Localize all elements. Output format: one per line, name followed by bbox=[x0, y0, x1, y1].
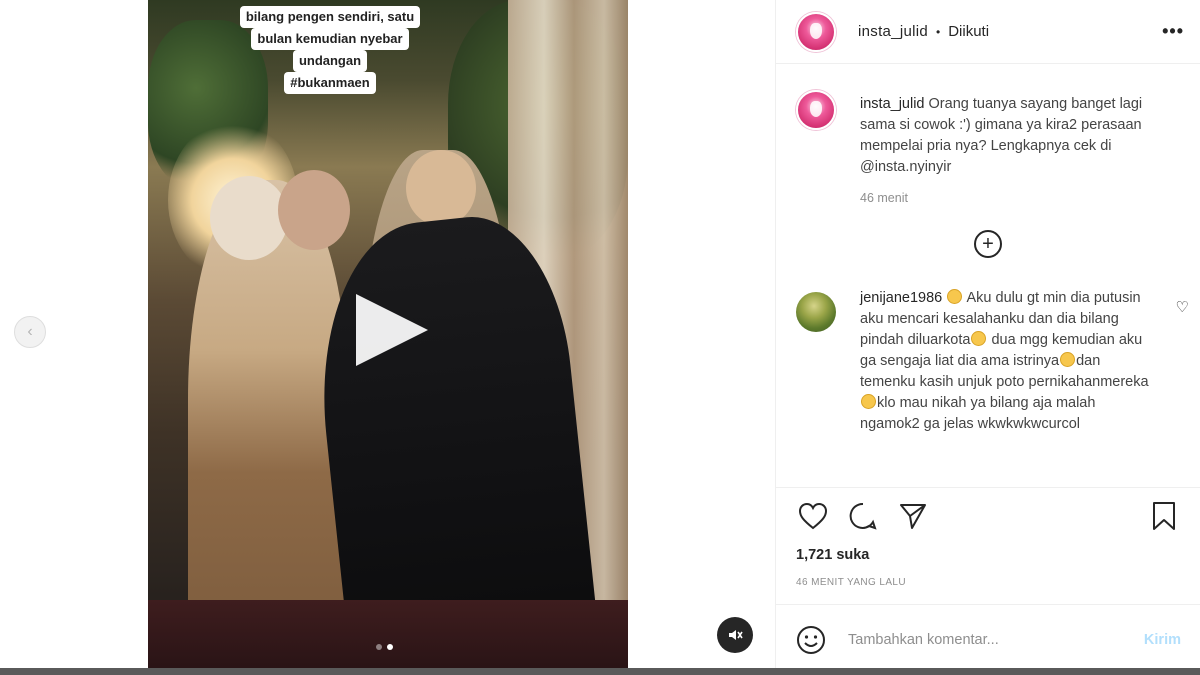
likes-count[interactable]: 1,721 suka bbox=[796, 547, 869, 563]
speaker-muted-icon bbox=[729, 630, 743, 640]
comment-body: jenijane1986 Aku dulu gt min dia putusin… bbox=[860, 288, 1155, 435]
carousel-dot-active[interactable] bbox=[387, 644, 393, 650]
caption-comment: insta_julid Orang tuanya sayang banget l… bbox=[776, 72, 1200, 209]
list-item: jenijane1986 Aku dulu gt min dia putusin… bbox=[776, 288, 1200, 435]
mute-button[interactable] bbox=[717, 617, 753, 653]
share-icon[interactable] bbox=[896, 499, 930, 533]
comment-username[interactable]: jenijane1986 bbox=[860, 290, 942, 306]
comments-section: insta_julid Orang tuanya sayang banget l… bbox=[776, 72, 1200, 488]
add-comment-bar: Kirim bbox=[776, 604, 1200, 675]
caption-time[interactable]: 46 menit bbox=[860, 188, 1155, 209]
post-video[interactable]: bilang pengen sendiri, satu bulan kemudi… bbox=[148, 0, 628, 668]
previous-post-arrow-icon[interactable]: ‹ bbox=[14, 316, 46, 348]
bookmark-icon[interactable] bbox=[1147, 499, 1181, 533]
heart-icon[interactable] bbox=[796, 499, 830, 533]
caption-body: insta_julid Orang tuanya sayang banget l… bbox=[860, 94, 1155, 209]
post-header: insta_julid • Diikuti ••• bbox=[776, 0, 1200, 64]
bottom-edge bbox=[0, 668, 1200, 675]
post-timestamp[interactable]: 46 MENIT YANG LALU bbox=[796, 577, 906, 588]
avatar[interactable] bbox=[796, 292, 836, 332]
avatar[interactable] bbox=[796, 90, 836, 130]
grinning-face-icon bbox=[861, 394, 876, 409]
plus-circle-icon[interactable]: + bbox=[974, 230, 1002, 258]
video-floor bbox=[148, 600, 628, 668]
header-separator: • bbox=[936, 24, 941, 39]
more-options-icon[interactable]: ••• bbox=[1162, 21, 1184, 42]
comment-text: klo mau nikah ya bilang aja malah ngamok… bbox=[860, 395, 1096, 432]
video-caption-line: bulan kemudian nyebar bbox=[251, 28, 409, 50]
comment-input[interactable] bbox=[848, 632, 1118, 648]
carousel-dots bbox=[376, 644, 393, 650]
comment-icon[interactable] bbox=[846, 499, 880, 533]
video-caption-line: #bukanmaen bbox=[284, 72, 376, 94]
video-caption-overlay: bilang pengen sendiri, satu bulan kemudi… bbox=[208, 6, 452, 94]
details-pane: insta_julid • Diikuti ••• insta_julid Or… bbox=[775, 0, 1200, 675]
astonished-face-icon bbox=[947, 289, 963, 304]
post-comment-button[interactable]: Kirim bbox=[1144, 632, 1181, 648]
astonished-face-icon bbox=[971, 331, 987, 346]
avatar[interactable] bbox=[796, 11, 836, 52]
action-bar bbox=[796, 498, 1181, 534]
carousel-dot[interactable] bbox=[376, 644, 382, 650]
header-username[interactable]: insta_julid bbox=[858, 23, 928, 40]
video-person-man-head bbox=[278, 170, 350, 250]
grinning-face-icon bbox=[1060, 352, 1076, 367]
emoji-icon[interactable] bbox=[796, 625, 826, 655]
like-comment-heart-icon[interactable]: ♡ bbox=[1176, 298, 1189, 316]
video-person-older-head bbox=[406, 150, 476, 226]
video-caption-line: bilang pengen sendiri, satu bbox=[239, 6, 421, 28]
video-person-woman-head bbox=[210, 176, 288, 260]
video-caption-line: undangan bbox=[292, 50, 368, 72]
play-icon[interactable] bbox=[356, 294, 428, 366]
follow-status-button[interactable]: Diikuti bbox=[948, 23, 989, 40]
caption-username[interactable]: insta_julid bbox=[860, 96, 925, 112]
